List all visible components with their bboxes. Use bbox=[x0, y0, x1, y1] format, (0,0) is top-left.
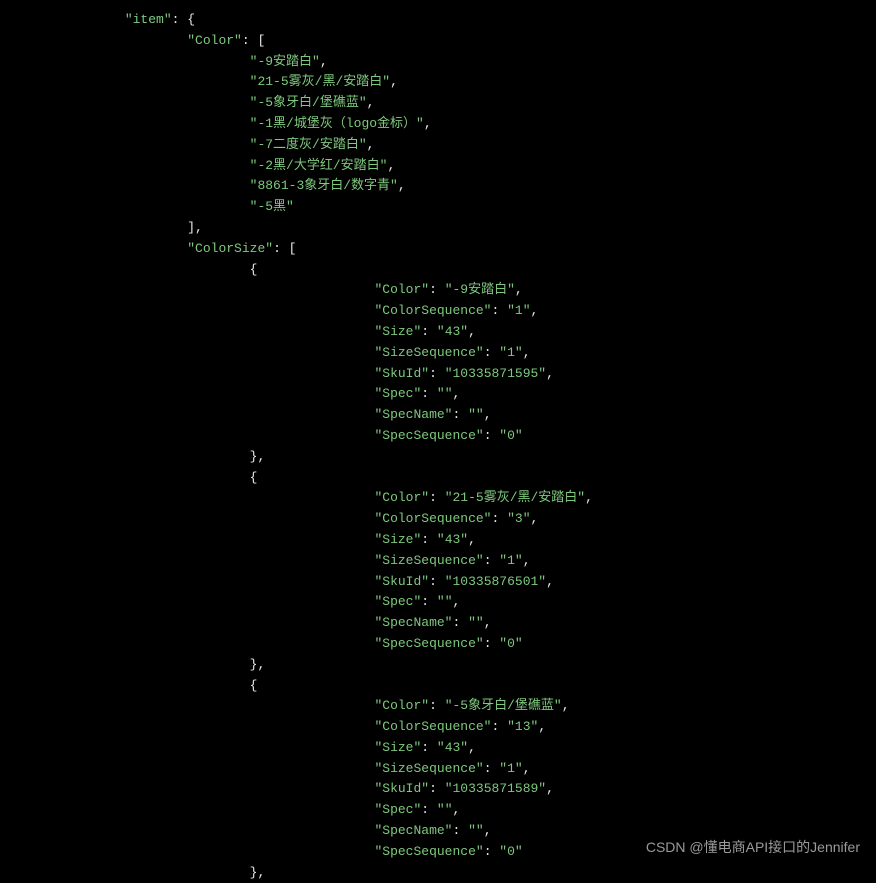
code-line: "-5象牙白/堡礁蓝", bbox=[0, 93, 876, 114]
code-line: ], bbox=[0, 218, 876, 239]
code-line: { bbox=[0, 468, 876, 489]
code-line: "SizeSequence": "1", bbox=[0, 551, 876, 572]
code-line: "item": { bbox=[0, 10, 876, 31]
code-line: "ColorSequence": "1", bbox=[0, 301, 876, 322]
code-line: "ColorSize": [ bbox=[0, 239, 876, 260]
code-line: "Color": "-9安踏白", bbox=[0, 280, 876, 301]
watermark: CSDN @懂电商API接口的Jennifer bbox=[646, 836, 860, 858]
code-line: "Size": "43", bbox=[0, 530, 876, 551]
code-line: "Color": "-5象牙白/堡礁蓝", bbox=[0, 696, 876, 717]
json-code-block: "item": { "Color": [ "-9安踏白", "21-5雾灰/黑/… bbox=[0, 10, 876, 883]
code-line: { bbox=[0, 260, 876, 281]
code-line: "-1黑/城堡灰（logo金标）", bbox=[0, 114, 876, 135]
code-line: "Spec": "", bbox=[0, 592, 876, 613]
code-line: "Spec": "", bbox=[0, 800, 876, 821]
code-line: "Size": "43", bbox=[0, 738, 876, 759]
code-line: "Size": "43", bbox=[0, 322, 876, 343]
code-line: "SpecSequence": "0" bbox=[0, 426, 876, 447]
code-line: "SpecName": "", bbox=[0, 405, 876, 426]
code-line: "ColorSequence": "3", bbox=[0, 509, 876, 530]
code-line: "-9安踏白", bbox=[0, 52, 876, 73]
code-line: "SizeSequence": "1", bbox=[0, 759, 876, 780]
code-line: "SizeSequence": "1", bbox=[0, 343, 876, 364]
code-line: "-5黑" bbox=[0, 197, 876, 218]
code-line: "Color": "21-5雾灰/黑/安踏白", bbox=[0, 488, 876, 509]
code-line: { bbox=[0, 676, 876, 697]
code-line: "SpecName": "", bbox=[0, 613, 876, 634]
code-line: "Color": [ bbox=[0, 31, 876, 52]
code-line: "21-5雾灰/黑/安踏白", bbox=[0, 72, 876, 93]
code-line: "Spec": "", bbox=[0, 384, 876, 405]
code-line: "SkuId": "10335871589", bbox=[0, 779, 876, 800]
code-line: "SkuId": "10335871595", bbox=[0, 364, 876, 385]
code-line: "8861-3象牙白/数字青", bbox=[0, 176, 876, 197]
code-line: }, bbox=[0, 655, 876, 676]
code-line: "ColorSequence": "13", bbox=[0, 717, 876, 738]
code-line: "-2黑/大学红/安踏白", bbox=[0, 156, 876, 177]
code-line: "SpecSequence": "0" bbox=[0, 634, 876, 655]
code-line: "-7二度灰/安踏白", bbox=[0, 135, 876, 156]
code-line: "SkuId": "10335876501", bbox=[0, 572, 876, 593]
code-line: }, bbox=[0, 447, 876, 468]
